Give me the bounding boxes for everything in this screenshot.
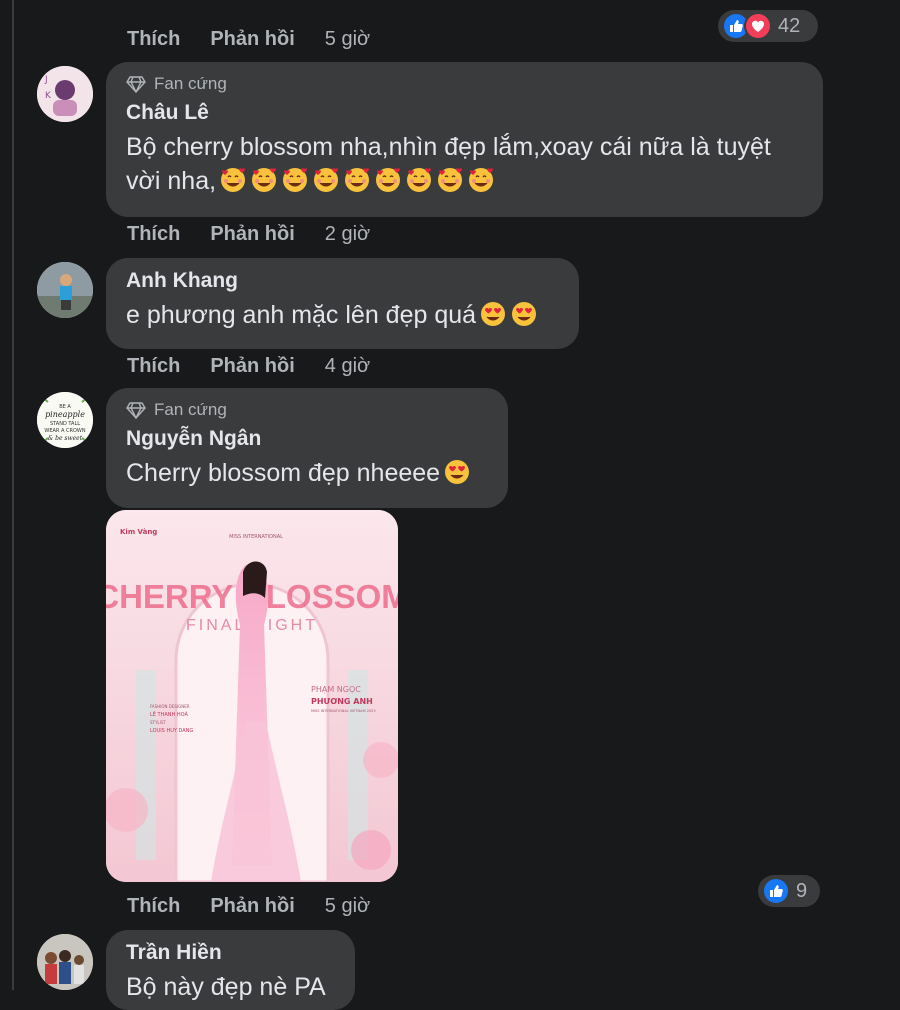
- reply-button[interactable]: Phản hồi: [210, 223, 294, 246]
- reaction-count: 9: [796, 879, 808, 902]
- diamond-icon: [126, 402, 146, 419]
- poster-stylist-label: STYLIST: [150, 720, 166, 725]
- reaction-count: 42: [778, 14, 801, 37]
- comment-bubble: Fan cứng Châu Lê Bộ cherry blossom nha,n…: [106, 62, 823, 217]
- smiling-face-with-hearts-icon: [407, 168, 432, 192]
- smiling-face-with-hearts-icon: [469, 168, 494, 192]
- avatar[interactable]: BE A pineapple STAND TALL WEAR A CROWN &…: [37, 392, 93, 448]
- poster-brand: Kim Vàng: [120, 528, 157, 536]
- smiling-face-with-hearts-icon: [376, 168, 401, 192]
- thread-line: [12, 0, 14, 990]
- smiling-face-with-hearts-icon: [345, 168, 370, 192]
- comment-text-body: e phương anh mặc lên đẹp quá: [126, 301, 477, 329]
- reply-button[interactable]: Phản hồi: [210, 355, 294, 378]
- avatar-logo-text: pineapple: [45, 410, 85, 419]
- diamond-icon: [126, 76, 146, 93]
- emoji-row: [440, 459, 471, 487]
- action-row-top: Thích Phản hồi 5 giờ: [127, 26, 370, 52]
- poster-name-sub: MISS INTERNATIONAL VIETNAM 2023: [311, 709, 376, 713]
- emoji-row: [476, 301, 538, 329]
- fan-badge: Fan cứng: [126, 72, 803, 96]
- comment-author[interactable]: Nguyễn Ngân: [126, 426, 488, 452]
- comment-text: Bộ cherry blossom nha,nhìn đẹp lắm,xoay …: [126, 130, 803, 198]
- poster-designer: LÊ THANH HOÀ: [150, 710, 188, 718]
- timestamp[interactable]: 5 giờ: [325, 895, 370, 918]
- heart-eyes-icon: [512, 302, 537, 326]
- comment-image[interactable]: Kim Vàng MISS INTERNATIONAL CHERRY BLOSS…: [106, 510, 398, 882]
- comment-author[interactable]: Anh Khang: [126, 268, 559, 294]
- poster-org: MISS INTERNATIONAL: [229, 534, 283, 540]
- like-button[interactable]: Thích: [127, 28, 180, 51]
- reply-button[interactable]: Phản hồi: [210, 895, 294, 918]
- reaction-summary[interactable]: 42: [718, 10, 818, 42]
- heart-eyes-icon: [481, 302, 506, 326]
- poster-name-line1: PHẠM NGỌC: [311, 685, 361, 695]
- avatar[interactable]: J K: [37, 66, 93, 122]
- poster-name-line2: PHƯƠNG ANH: [311, 697, 373, 706]
- comment-text: e phương anh mặc lên đẹp quá: [126, 298, 559, 332]
- like-button[interactable]: Thích: [127, 895, 180, 918]
- emoji-row: [216, 167, 495, 195]
- smiling-face-with-hearts-icon: [221, 168, 246, 192]
- timestamp[interactable]: 5 giờ: [325, 28, 370, 51]
- avatar[interactable]: [37, 262, 93, 318]
- timestamp[interactable]: 4 giờ: [325, 355, 370, 378]
- avatar-logo-text: & be sweet: [48, 435, 83, 442]
- like-button[interactable]: Thích: [127, 223, 180, 246]
- comment-text-body: Cherry blossom đẹp nheeee: [126, 459, 441, 487]
- smiling-face-with-hearts-icon: [283, 168, 308, 192]
- avatar[interactable]: [37, 934, 93, 990]
- avatar-logo-text: STAND TALL: [50, 421, 80, 427]
- poster-stylist: LOUIS HUY DANG: [150, 728, 193, 734]
- like-icon: [762, 877, 790, 905]
- smiling-face-with-hearts-icon: [438, 168, 463, 192]
- timestamp[interactable]: 2 giờ: [325, 223, 370, 246]
- reply-button[interactable]: Phản hồi: [210, 28, 294, 51]
- comment-bubble: Anh Khang e phương anh mặc lên đẹp quá: [106, 258, 579, 349]
- action-row: Thích Phản hồi 4 giờ: [127, 353, 370, 379]
- comment-text: Cherry blossom đẹp nheeee: [126, 456, 488, 490]
- action-row: Thích Phản hồi 2 giờ: [127, 221, 370, 247]
- badge-label: Fan cứng: [154, 74, 227, 93]
- smiling-face-with-hearts-icon: [314, 168, 339, 192]
- heart-icon: [744, 12, 772, 40]
- smiling-face-with-hearts-icon: [252, 168, 277, 192]
- comment-text: Bộ này đẹp nè PA: [126, 973, 326, 1001]
- badge-label: Fan cứng: [154, 400, 227, 419]
- comment-author[interactable]: Trần Hiền: [126, 940, 335, 966]
- fan-badge: Fan cứng: [126, 398, 488, 422]
- reaction-summary[interactable]: 9: [758, 875, 820, 907]
- poster-designer-label: FASHION DESIGNER: [150, 704, 190, 709]
- action-row: Thích Phản hồi 5 giờ: [127, 893, 370, 919]
- heart-eyes-icon: [445, 460, 470, 484]
- avatar-logo-text: WEAR A CROWN: [44, 428, 85, 434]
- avatar-logo-text: J: [44, 75, 48, 85]
- comment-bubble: Trần Hiền Bộ này đẹp nè PA: [106, 930, 355, 1010]
- like-button[interactable]: Thích: [127, 355, 180, 378]
- comment-bubble: Fan cứng Nguyễn Ngân Cherry blossom đẹp …: [106, 388, 508, 508]
- comment-author[interactable]: Châu Lê: [126, 100, 803, 126]
